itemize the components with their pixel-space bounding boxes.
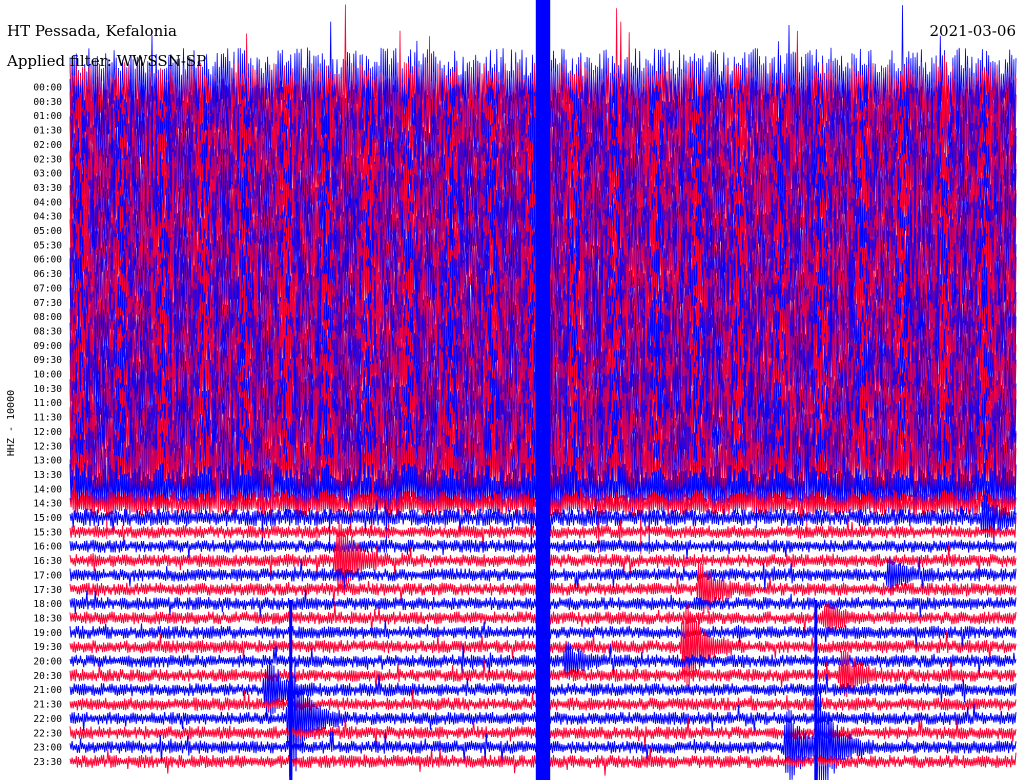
time-tick-label: 14:00 <box>33 484 62 495</box>
time-tick-label: 11:00 <box>33 398 62 409</box>
time-tick-label: 19:00 <box>33 628 62 639</box>
event-spike <box>542 0 551 780</box>
time-tick-label: 07:00 <box>33 283 62 294</box>
time-tick-label: 13:30 <box>33 470 62 481</box>
time-tick-label: 14:30 <box>33 499 62 510</box>
time-tick-label: 05:00 <box>33 226 62 237</box>
time-tick-label: 17:00 <box>33 570 62 581</box>
time-tick-label: 04:00 <box>33 197 62 208</box>
time-tick-label: 08:30 <box>33 326 62 337</box>
time-tick-label: 06:00 <box>33 255 62 266</box>
time-tick-label: 01:30 <box>33 126 62 137</box>
seismogram-chart: 00:00 00:30 01:00 01:30 02:00 02:30 03:00 03:30… <box>0 0 1024 780</box>
event-spike <box>289 600 293 780</box>
time-tick-label: 23:30 <box>33 757 62 768</box>
time-tick-label: 23:00 <box>33 743 62 754</box>
time-tick-label: 00:30 <box>33 97 62 108</box>
time-tick-label: 20:30 <box>33 671 62 682</box>
time-tick-label: 22:00 <box>33 714 62 725</box>
trace-group <box>69 0 1017 780</box>
time-tick-label: 05:30 <box>33 240 62 251</box>
time-tick-label: 08:00 <box>33 312 62 323</box>
time-tick-label: 12:00 <box>33 427 62 438</box>
time-tick-label: 12:30 <box>33 441 62 452</box>
time-tick-label: 09:00 <box>33 341 62 352</box>
time-tick-label: 19:30 <box>33 642 62 653</box>
time-tick-label: 00:00 <box>33 83 62 94</box>
y-axis-label: HHZ - 10000 <box>6 390 17 456</box>
time-tick-label: 07:30 <box>33 298 62 309</box>
time-tick-label: 16:30 <box>33 556 62 567</box>
time-tick-label: 02:00 <box>33 140 62 151</box>
time-tick-label: 02:30 <box>33 154 62 165</box>
time-tick-label: 20:00 <box>33 657 62 668</box>
time-tick-label: 10:00 <box>33 370 62 381</box>
time-tick-label: 21:30 <box>33 700 62 711</box>
time-tick-label: 09:30 <box>33 355 62 366</box>
station-title: HT Pessada, Kefalonia <box>7 22 177 40</box>
time-tick-label: 13:00 <box>33 456 62 467</box>
time-tick-label: 04:30 <box>33 212 62 223</box>
time-tick-label: 03:30 <box>33 183 62 194</box>
time-tick-label: 15:30 <box>33 527 62 538</box>
time-tick-label: 16:00 <box>33 542 62 553</box>
time-tick-label: 17:30 <box>33 585 62 596</box>
time-tick-label: 11:30 <box>33 413 62 424</box>
time-tick-label: 22:30 <box>33 728 62 739</box>
date-label: 2021-03-06 <box>930 22 1016 40</box>
time-tick-label: 15:00 <box>33 513 62 524</box>
time-tick-label: 01:00 <box>33 111 62 122</box>
time-tick-label: 10:30 <box>33 384 62 395</box>
time-tick-label: 18:00 <box>33 599 62 610</box>
time-tick-label: 21:00 <box>33 685 62 696</box>
event-spike <box>814 600 818 780</box>
filter-subtitle: Applied filter: WWSSN-SP <box>6 52 206 70</box>
time-tick-label: 18:30 <box>33 613 62 624</box>
time-tick-label: 06:30 <box>33 269 62 280</box>
time-tick-label: 03:00 <box>33 169 62 180</box>
